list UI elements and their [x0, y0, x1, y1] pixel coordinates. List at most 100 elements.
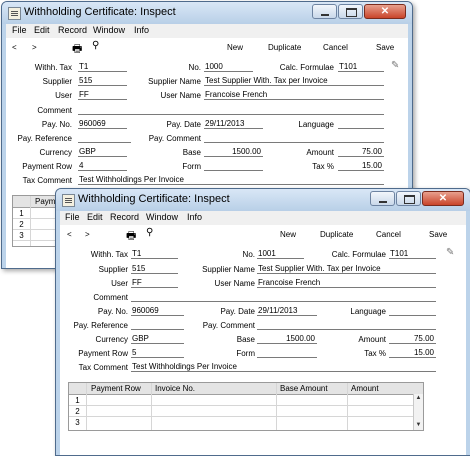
- field-payment-row[interactable]: 4: [78, 161, 127, 171]
- column-header-payment-row[interactable]: Payment Row: [91, 384, 141, 393]
- prev-record-button[interactable]: <: [12, 43, 17, 52]
- field-supplier[interactable]: 515: [131, 264, 178, 274]
- label-supplier: Supplier: [42, 77, 72, 86]
- field-user-name[interactable]: Francoise French: [257, 278, 436, 288]
- column-header-amount[interactable]: Amount: [351, 384, 379, 393]
- label-pay-comment: Pay. Comment: [202, 321, 255, 330]
- minimize-icon[interactable]: [370, 191, 395, 206]
- duplicate-button[interactable]: Duplicate: [268, 43, 301, 52]
- field-with-tax[interactable]: T1: [131, 249, 178, 259]
- print-icon[interactable]: 🖶: [126, 227, 136, 246]
- field-pay-comment[interactable]: [204, 133, 384, 143]
- label-form: Form: [182, 162, 201, 171]
- column-header-invoice-no[interactable]: Invoice No.: [155, 384, 195, 393]
- label-language: Language: [350, 307, 386, 316]
- front-title-bar[interactable]: Withholding Certificate: Inspect: [56, 189, 470, 211]
- label-user: User: [55, 91, 72, 100]
- field-tax-pct[interactable]: 15.00: [338, 161, 384, 171]
- label-calc-formulae: Calc. Formulae: [279, 63, 334, 72]
- next-record-button[interactable]: >: [32, 43, 37, 52]
- save-button[interactable]: Save: [429, 230, 447, 239]
- save-button[interactable]: Save: [376, 43, 394, 52]
- field-form[interactable]: [204, 161, 263, 171]
- label-user: User: [111, 279, 128, 288]
- lock-icon: ✎: [446, 247, 455, 258]
- rows-grid[interactable]: Payment Row Invoice No. Base Amount Amou…: [68, 382, 424, 431]
- field-no[interactable]: 1001: [257, 249, 304, 259]
- field-amount[interactable]: 75.00: [389, 334, 436, 344]
- field-tax-comment[interactable]: Test Withholdings Per Invoice: [131, 362, 436, 372]
- back-menu-bar: File Edit Record Window Info: [6, 24, 408, 38]
- field-pay-date[interactable]: 29/11/2013: [257, 306, 317, 316]
- menu-record[interactable]: Record: [58, 25, 87, 35]
- field-user[interactable]: FF: [78, 90, 127, 100]
- field-supplier-name[interactable]: Test Supplier With. Tax per Invoice: [257, 264, 436, 274]
- field-calc-formulae[interactable]: T101: [389, 249, 436, 259]
- menu-info[interactable]: Info: [187, 212, 202, 222]
- close-icon[interactable]: [422, 191, 464, 206]
- scroll-down-icon[interactable]: ▼: [414, 421, 423, 430]
- minimize-icon[interactable]: [312, 4, 337, 19]
- field-form[interactable]: [257, 348, 317, 358]
- close-icon[interactable]: [364, 4, 406, 19]
- maximize-icon[interactable]: [396, 191, 421, 206]
- menu-file[interactable]: File: [65, 212, 80, 222]
- print-icon[interactable]: 🖶: [72, 40, 82, 59]
- label-with-tax: Withh. Tax: [34, 63, 72, 72]
- menu-edit[interactable]: Edit: [87, 212, 103, 222]
- field-user-name[interactable]: Francoise French: [204, 90, 384, 100]
- field-no[interactable]: 1000: [204, 62, 253, 72]
- field-language[interactable]: [338, 119, 384, 129]
- maximize-icon[interactable]: [338, 4, 363, 19]
- cancel-button[interactable]: Cancel: [376, 230, 401, 239]
- field-supplier[interactable]: 515: [78, 76, 127, 86]
- field-language[interactable]: [389, 306, 436, 316]
- front-window[interactable]: Withholding Certificate: Inspect File Ed…: [55, 188, 470, 456]
- field-calc-formulae[interactable]: T101: [338, 62, 384, 72]
- field-pay-date[interactable]: 29/11/2013: [204, 119, 263, 129]
- label-currency: Currency: [39, 148, 72, 157]
- search-icon[interactable]: ⚲: [92, 40, 99, 51]
- field-with-tax[interactable]: T1: [78, 62, 127, 72]
- search-icon[interactable]: ⚲: [146, 227, 153, 238]
- label-tax-comment: Tax Comment: [22, 176, 72, 185]
- next-record-button[interactable]: >: [85, 230, 90, 239]
- menu-window[interactable]: Window: [146, 212, 178, 222]
- menu-info[interactable]: Info: [134, 25, 149, 35]
- field-pay-no[interactable]: 960069: [131, 306, 184, 316]
- label-tax-comment: Tax Comment: [78, 363, 128, 372]
- column-header-base-amount[interactable]: Base Amount: [280, 384, 328, 393]
- field-tax-comment[interactable]: Test Withholdings Per Invoice: [78, 175, 384, 185]
- field-pay-no[interactable]: 960069: [78, 119, 127, 129]
- field-amount[interactable]: 75.00: [338, 147, 384, 157]
- field-pay-reference[interactable]: [131, 320, 184, 330]
- prev-record-button[interactable]: <: [67, 230, 72, 239]
- field-comment[interactable]: [78, 105, 384, 115]
- grid-scrollbar[interactable]: ▲ ▼: [413, 394, 423, 430]
- new-button[interactable]: New: [280, 230, 296, 239]
- scroll-up-icon[interactable]: ▲: [414, 394, 423, 403]
- field-payment-row[interactable]: 5: [131, 348, 184, 358]
- field-currency[interactable]: GBP: [78, 147, 127, 157]
- field-user[interactable]: FF: [131, 278, 178, 288]
- field-currency[interactable]: GBP: [131, 334, 184, 344]
- menu-edit[interactable]: Edit: [34, 25, 50, 35]
- label-pay-reference: Pay. Reference: [73, 321, 128, 330]
- field-supplier-name[interactable]: Test Supplier With. Tax per Invoice: [204, 76, 384, 86]
- field-pay-reference[interactable]: [78, 133, 131, 143]
- field-base[interactable]: 1500.00: [204, 147, 263, 157]
- new-button[interactable]: New: [227, 43, 243, 52]
- field-pay-comment[interactable]: [257, 320, 436, 330]
- label-form: Form: [236, 349, 255, 358]
- label-no: No.: [242, 250, 255, 259]
- menu-window[interactable]: Window: [93, 25, 125, 35]
- field-comment[interactable]: [131, 292, 436, 302]
- cancel-button[interactable]: Cancel: [323, 43, 348, 52]
- field-base[interactable]: 1500.00: [257, 334, 317, 344]
- menu-record[interactable]: Record: [110, 212, 139, 222]
- menu-file[interactable]: File: [12, 25, 27, 35]
- label-pay-date: Pay. Date: [166, 120, 201, 129]
- back-title-bar[interactable]: Withholding Certificate: Inspect: [2, 2, 412, 24]
- field-tax-pct[interactable]: 15.00: [389, 348, 436, 358]
- duplicate-button[interactable]: Duplicate: [320, 230, 353, 239]
